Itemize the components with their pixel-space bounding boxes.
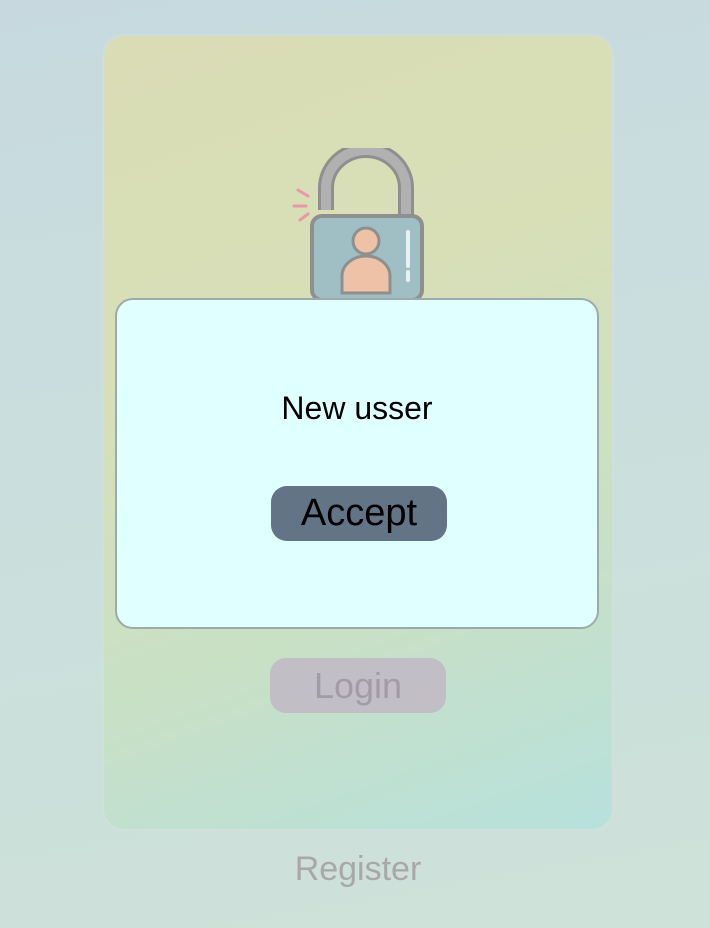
- unlocked-padlock-user-icon: [292, 148, 424, 300]
- register-link[interactable]: Register: [0, 850, 710, 889]
- accept-button[interactable]: Accept: [271, 486, 447, 541]
- dialog-message: New usser: [281, 390, 433, 426]
- login-button[interactable]: Login: [270, 658, 446, 713]
- new-user-dialog: New usser Accept: [115, 298, 599, 629]
